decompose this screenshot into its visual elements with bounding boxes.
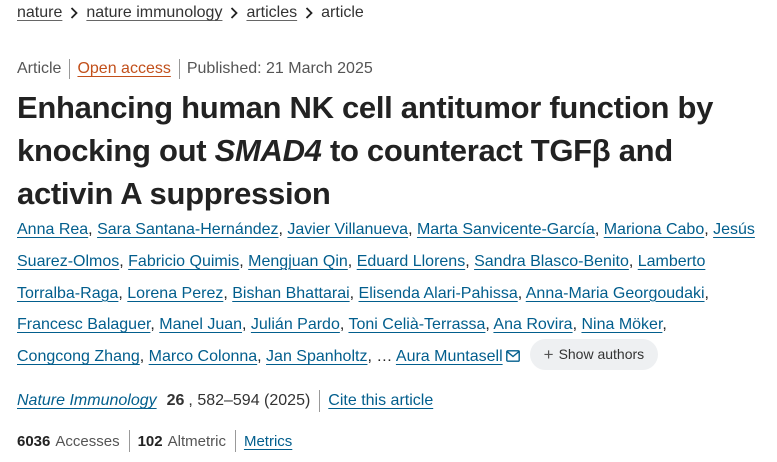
- author-link[interactable]: Marco Colonna: [149, 348, 258, 365]
- pages-year: , 582–594 (2025): [188, 392, 311, 409]
- accesses-count: 6036: [17, 432, 51, 450]
- cite-this-article-link[interactable]: Cite this article: [328, 392, 433, 410]
- accesses-label: Accesses: [55, 432, 120, 450]
- author-link[interactable]: Eduard Llorens: [357, 253, 466, 270]
- author-link[interactable]: Sandra Blasco-Benito: [474, 253, 629, 270]
- breadcrumb-articles[interactable]: articles: [246, 4, 297, 22]
- plus-icon: +: [543, 345, 554, 365]
- author-link[interactable]: Congcong Zhang: [17, 348, 140, 365]
- open-access-link[interactable]: Open access: [77, 60, 170, 78]
- author-link[interactable]: Mariona Cabo: [604, 221, 705, 238]
- author-link[interactable]: Bishan Bhattarai: [232, 285, 349, 302]
- chevron-right-icon: [297, 7, 321, 19]
- author-link[interactable]: Elisenda Alari-Pahissa: [359, 285, 518, 302]
- author-link[interactable]: Sara Santana-Hernández: [97, 221, 278, 238]
- published-date: Published: 21 March 2025: [186, 60, 373, 77]
- altmetric-label: Altmetric: [167, 432, 226, 450]
- author-link[interactable]: Ana Rovira: [493, 316, 572, 333]
- breadcrumb-nature-immunology[interactable]: nature immunology: [86, 4, 222, 22]
- author-link[interactable]: Anna Rea: [17, 221, 88, 238]
- divider: [128, 430, 130, 452]
- altmetric-score: 102: [137, 432, 163, 450]
- breadcrumb: nature nature immunology articles articl…: [17, 3, 364, 23]
- metrics-link[interactable]: Metrics: [244, 433, 292, 450]
- article-title: Enhancing human NK cell antitumor functi…: [17, 86, 772, 215]
- author-link[interactable]: Jan Spanholtz: [266, 348, 367, 365]
- journal-name: Nature Immunology: [17, 392, 157, 409]
- divider: [319, 390, 321, 412]
- chevron-right-icon: [62, 7, 86, 19]
- author-link[interactable]: Toni Celià-Terrassa: [348, 316, 485, 333]
- divider: [69, 59, 71, 79]
- envelope-icon[interactable]: [505, 342, 520, 374]
- breadcrumb-current: article: [321, 4, 364, 21]
- author-link[interactable]: Lorena Perez: [127, 285, 223, 302]
- author-ellipsis: …: [376, 348, 393, 366]
- divider: [178, 59, 180, 79]
- article-metrics: 6036 Accesses 102 Altmetric Metrics: [17, 430, 292, 452]
- breadcrumb-nature[interactable]: nature: [17, 4, 62, 22]
- volume: 26: [166, 392, 185, 409]
- journal-link[interactable]: Nature Immunology: [17, 392, 157, 410]
- divider: [234, 430, 236, 452]
- author-list: Anna Rea, Sara Santana-Hernández, Javier…: [17, 214, 767, 374]
- author-link[interactable]: Javier Villanueva: [287, 221, 408, 238]
- article-type: Article: [17, 60, 62, 77]
- show-authors-button[interactable]: + Show authors: [529, 339, 659, 371]
- author-link[interactable]: Fabricio Quimis: [128, 253, 239, 270]
- author-link[interactable]: Nina Möker: [581, 316, 662, 333]
- author-link[interactable]: Manel Juan: [159, 316, 242, 333]
- corresponding-author-link[interactable]: Aura Muntasell: [396, 348, 503, 365]
- citation-line: Nature Immunology 26 , 582–594 (2025) Ci…: [17, 390, 433, 412]
- author-link[interactable]: Francesc Balaguer: [17, 316, 150, 333]
- chevron-right-icon: [222, 7, 246, 19]
- author-link[interactable]: Julián Pardo: [251, 316, 340, 333]
- author-link[interactable]: Anna-Maria Georgoudaki: [526, 285, 705, 302]
- author-link[interactable]: Marta Sanvicente-García: [417, 221, 595, 238]
- title-gene: SMAD4: [214, 133, 322, 168]
- show-authors-label: Show authors: [558, 346, 645, 363]
- author-link[interactable]: Mengjuan Qin: [248, 253, 348, 270]
- article-meta: Article Open access Published: 21 March …: [17, 58, 373, 80]
